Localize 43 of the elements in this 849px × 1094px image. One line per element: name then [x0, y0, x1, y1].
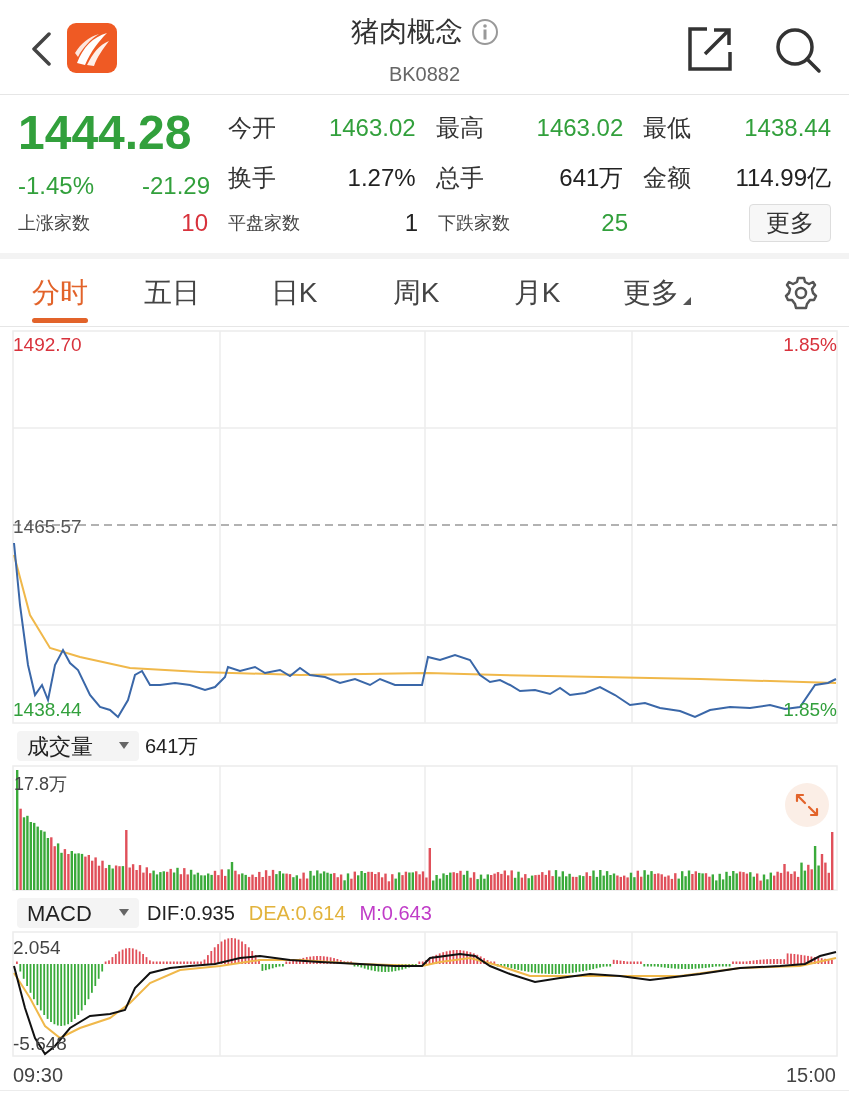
current-price: 1444.28	[18, 105, 193, 161]
stock-code: BK0882	[388, 62, 461, 87]
axis-label: 1.85%	[783, 698, 837, 722]
chart-tab[interactable]: 更多	[598, 258, 716, 327]
macd-legend: DEA:0.614	[248, 898, 346, 928]
breadth-label: 上涨家数	[18, 211, 90, 235]
axis-label: 1.85%	[783, 333, 837, 357]
chart-tab[interactable]: 五日	[112, 258, 232, 327]
breadth-label: 平盘家数	[228, 211, 300, 235]
time-label: 15:00	[785, 1062, 836, 1088]
breadth-count: 10	[181, 208, 208, 238]
macd-legend: M:0.643	[359, 898, 432, 928]
change-amount: -21.29	[141, 171, 210, 201]
chart-tab[interactable]: 月K	[476, 258, 598, 327]
stat-value: 1438.44	[744, 113, 831, 143]
stat-value: 1.27%	[347, 163, 416, 193]
stat-value: 641万	[559, 163, 624, 193]
breadth-count: 25	[601, 208, 628, 238]
stat-label: 总手	[435, 163, 484, 193]
stat-label: 金额	[643, 163, 692, 193]
volume-total: 641万	[145, 734, 199, 759]
stat-label: 换手	[228, 163, 276, 193]
breadth-count: 1	[404, 208, 418, 238]
axis-label: 1438.44	[13, 698, 82, 722]
stat-value: 1463.02	[536, 113, 624, 143]
page-title: 猪肉概念	[350, 15, 463, 49]
axis-label: 2.054	[13, 938, 61, 958]
stat-value: 114.99亿	[735, 163, 831, 193]
indicator-dropdown[interactable]: 成交量	[17, 731, 139, 761]
axis-label: 1465.57	[13, 515, 82, 539]
change-percent: -1.45%	[18, 171, 95, 201]
stat-label: 今开	[228, 113, 276, 143]
chart-tab[interactable]: 周K	[356, 258, 476, 327]
more-button[interactable]: 更多	[749, 204, 831, 242]
breadth-label: 下跌家数	[438, 211, 510, 235]
stat-value: 1463.02	[328, 113, 416, 143]
indicator-dropdown[interactable]: MACD	[17, 898, 139, 928]
chart-tab[interactable]: 日K	[232, 258, 356, 327]
stat-label: 最低	[643, 113, 692, 143]
stat-label: 最高	[435, 113, 484, 143]
axis-label: 1492.70	[13, 333, 82, 357]
macd-legend: DIF:0.935	[147, 898, 235, 928]
time-label: 09:30	[13, 1062, 64, 1088]
